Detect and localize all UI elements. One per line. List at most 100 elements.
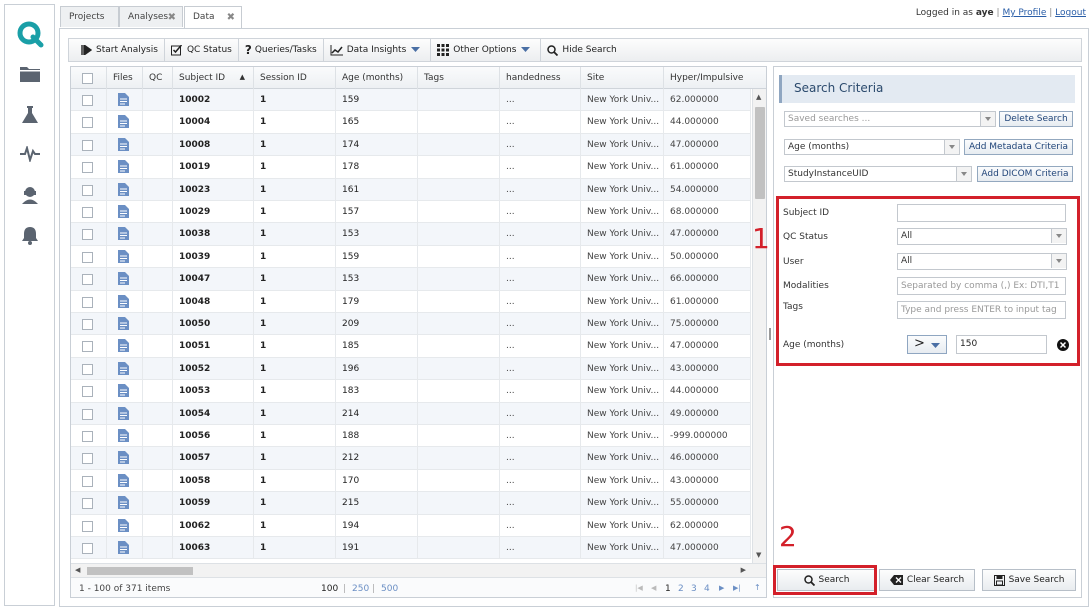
column-files[interactable]: Files [107,67,143,89]
file-icon[interactable] [107,514,143,537]
my-profile-link[interactable]: My Profile [1002,8,1046,18]
column-session-id[interactable]: Session ID [254,67,336,89]
table-row[interactable]: 10038 1 153... New York Univ... 47.000000 [71,223,751,246]
file-icon[interactable] [107,357,143,380]
row-checkbox[interactable] [71,447,107,470]
table-row[interactable]: 10002 1 159... New York Univ... 62.000000 [71,89,751,112]
table-row[interactable]: 10063 1 191... New York Univ... 47.000000 [71,537,751,560]
clear-search-button[interactable]: Clear Search [879,569,975,591]
scroll-thumb[interactable] [87,567,193,575]
other-options-button[interactable]: Other Options [431,39,542,61]
row-checkbox[interactable] [71,425,107,447]
close-icon[interactable]: ✖ [168,12,176,23]
file-icon[interactable] [107,380,143,403]
table-row[interactable]: 10052 1 196... New York Univ... 43.000000 [71,357,751,381]
bell-icon[interactable] [5,225,54,245]
logo-q-icon[interactable] [5,20,54,48]
logout-link[interactable]: Logout [1055,8,1086,18]
column-tags[interactable]: Tags [418,67,500,89]
file-icon[interactable] [107,245,143,268]
row-checkbox[interactable] [71,178,107,201]
saved-searches-select[interactable]: Saved searches ... [784,111,996,127]
page-2[interactable]: 2 [678,584,684,594]
close-icon[interactable]: ✖ [227,12,235,23]
dicom-select[interactable]: StudyInstanceUID [784,166,972,182]
folder-icon[interactable] [5,65,54,83]
vertical-scrollbar[interactable]: ▲ ▼ [752,89,766,563]
file-icon[interactable] [107,201,143,223]
file-icon[interactable] [107,335,143,358]
start-analysis-button[interactable]: Start Analysis [69,39,165,61]
column-qc[interactable]: QC [143,67,173,89]
row-checkbox[interactable] [71,245,107,268]
delete-search-button[interactable]: Delete Search [999,111,1073,127]
splitter-handle[interactable] [769,328,771,340]
file-icon[interactable] [107,402,143,425]
pulse-icon[interactable] [5,146,54,162]
table-row[interactable]: 10048 1 179... New York Univ... 61.000000 [71,290,751,313]
row-checkbox[interactable] [71,133,107,156]
table-row[interactable]: 10029 1 157... New York Univ... 68.000000 [71,201,751,224]
scroll-top-icon[interactable]: ↑ [754,583,761,592]
row-checkbox[interactable] [71,201,107,223]
table-row[interactable]: 10019 1 178... New York Univ... 61.000000 [71,156,751,179]
table-row[interactable]: 10008 1 174... New York Univ... 47.000000 [71,133,751,157]
row-checkbox[interactable] [71,335,107,358]
table-row[interactable]: 10053 1 183... New York Univ... 44.000000 [71,380,751,403]
file-icon[interactable] [107,447,143,470]
file-icon[interactable] [107,111,143,134]
file-icon[interactable] [107,537,143,559]
page-4[interactable]: 4 [704,584,710,594]
row-checkbox[interactable] [71,223,107,246]
select-all-checkbox[interactable] [71,67,107,89]
table-row[interactable]: 10062 1 194... New York Univ... 62.000000 [71,514,751,537]
tab-projects[interactable]: Projects [60,6,119,27]
table-row[interactable]: 10058 1 170... New York Univ... 43.000000 [71,469,751,493]
table-row[interactable]: 10004 1 165... New York Univ... 44.000000 [71,111,751,134]
table-row[interactable]: 10057 1 212... New York Univ... 46.000000 [71,447,751,470]
file-icon[interactable] [107,223,143,246]
file-icon[interactable] [107,133,143,156]
row-checkbox[interactable] [71,357,107,380]
row-checkbox[interactable] [71,268,107,291]
data-insights-button[interactable]: Data Insights [324,39,432,61]
page-1[interactable]: 1 [665,584,671,594]
row-checkbox[interactable] [71,402,107,425]
file-icon[interactable] [107,268,143,291]
file-icon[interactable] [107,156,143,179]
row-checkbox[interactable] [71,313,107,335]
qc-status-button[interactable]: QC Status [165,39,239,61]
add-metadata-criteria-button[interactable]: Add Metadata Criteria [964,139,1073,155]
file-icon[interactable] [107,89,143,111]
table-row[interactable]: 10059 1 215... New York Univ... 55.000000 [71,492,751,515]
table-row[interactable]: 10047 1 153... New York Univ... 66.000000 [71,268,751,291]
row-checkbox[interactable] [71,380,107,403]
table-row[interactable]: 10051 1 185... New York Univ... 47.000000 [71,335,751,358]
file-icon[interactable] [107,492,143,515]
page-3[interactable]: 3 [691,584,697,594]
queries-tasks-button[interactable]: ? Queries/Tasks [239,39,324,61]
row-checkbox[interactable] [71,156,107,179]
table-row[interactable]: 10054 1 214... New York Univ... 49.000000 [71,402,751,425]
tab-data[interactable]: Data ✖ [184,6,242,28]
metadata-select[interactable]: Age (months) [784,139,960,155]
column-age[interactable]: Age (months) [336,67,418,89]
table-row[interactable]: 10023 1 161... New York Univ... 54.000000 [71,178,751,201]
add-dicom-criteria-button[interactable]: Add DICOM Criteria [977,166,1073,182]
prev-page-icon[interactable]: ◀ [651,584,656,592]
scroll-thumb[interactable] [755,107,765,199]
tab-analyses[interactable]: Analyses ✖ [119,6,183,27]
first-page-icon[interactable]: |◀ [635,584,643,592]
column-subject-id[interactable]: Subject ID ▲ [173,67,254,89]
file-icon[interactable] [107,313,143,335]
page-size-500[interactable]: 500 [381,584,398,594]
row-checkbox[interactable] [71,290,107,313]
row-checkbox[interactable] [71,111,107,134]
file-icon[interactable] [107,425,143,447]
next-page-icon[interactable]: ▶ [719,584,724,592]
table-row[interactable]: 10050 1 209... New York Univ... 75.000000 [71,313,751,336]
page-size-100[interactable]: 100 [321,584,338,594]
hide-search-button[interactable]: Hide Search [541,39,622,61]
user-support-icon[interactable] [5,185,54,205]
page-size-250[interactable]: 250 [352,584,369,594]
